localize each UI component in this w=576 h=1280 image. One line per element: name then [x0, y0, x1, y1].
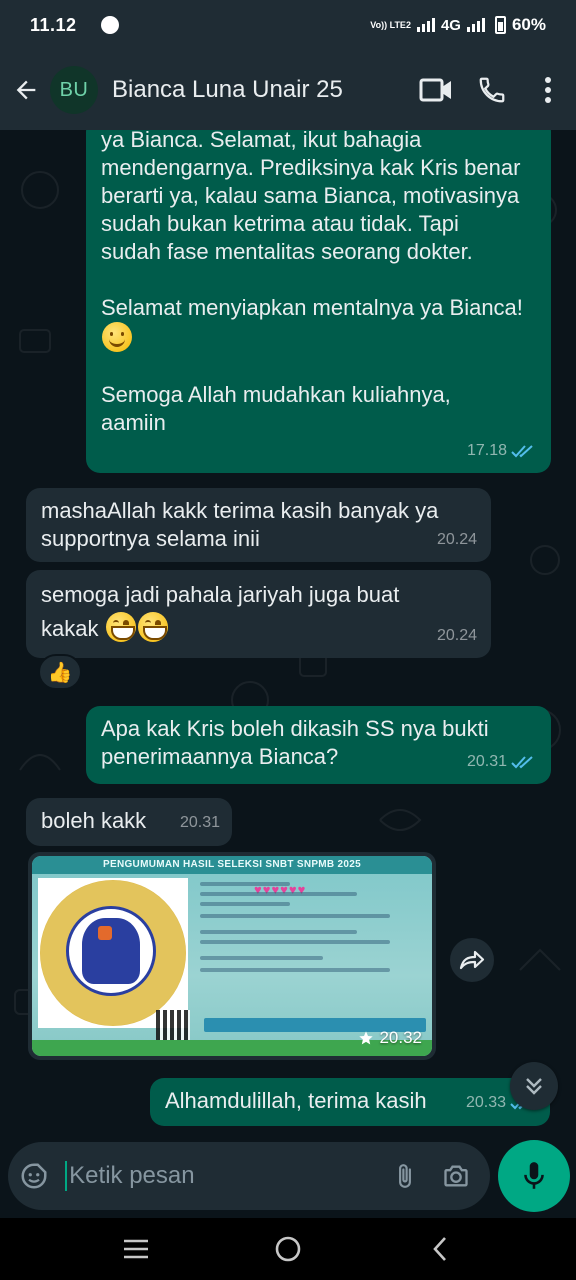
- battery-percent: 60%: [511, 15, 546, 34]
- contact-name[interactable]: Bianca Luna Unair 25: [112, 76, 408, 104]
- message-text: Alhamdulillah, terima kasih: [165, 1088, 427, 1113]
- status-bar: 11.12 Vo)) LTE2 4G 60%: [0, 0, 576, 50]
- nav-menu-icon: [124, 1239, 148, 1259]
- message-meta: 20.24: [437, 526, 477, 554]
- avatar[interactable]: BU: [50, 66, 98, 114]
- message-time: 20.33: [465, 1094, 506, 1111]
- message-meta: 20.24: [437, 622, 477, 650]
- camera-icon: [444, 1165, 468, 1187]
- battery-icon: [494, 16, 506, 34]
- message-time: 20.32: [379, 1028, 422, 1047]
- message-time: 20.24: [436, 531, 477, 548]
- message-incoming[interactable]: mashaAllah kakk terima kasih banyak ya s…: [26, 488, 491, 562]
- message-text: ya Bianca. Selamat, ikut bahagia mendeng…: [101, 130, 521, 264]
- chat-area[interactable]: ya Bianca. Selamat, ikut bahagia mendeng…: [0, 130, 576, 1132]
- message-text: Apa kak Kris boleh dikasih SS nya bukti …: [101, 716, 489, 769]
- forward-icon: [459, 950, 485, 970]
- phone-screen: 11.12 Vo)) LTE2 4G 60% BU Bianca Luna Un…: [0, 0, 576, 1280]
- star-icon: [359, 1031, 374, 1045]
- message-input-box[interactable]: [8, 1142, 490, 1210]
- notification-dot-icon: [100, 16, 119, 34]
- message-time: 20.31: [466, 753, 507, 770]
- attach-icon: [398, 1164, 411, 1188]
- network-type: 4G: [440, 16, 461, 34]
- scroll-down-button[interactable]: [510, 1062, 558, 1110]
- document-lines: [200, 882, 424, 978]
- grin-emoji-icon: [105, 612, 136, 642]
- scroll-down-icon: [526, 1078, 542, 1095]
- volte-indicator: Vo)) LTE2: [370, 19, 411, 30]
- message-text: mashaAllah kakk terima kasih banyak ya s…: [41, 498, 439, 551]
- nav-back-icon: [433, 1237, 446, 1261]
- voice-call-icon: [479, 77, 505, 103]
- voice-call-button[interactable]: [464, 62, 520, 118]
- message-incoming[interactable]: semoga jadi pahala jariyah juga buat kak…: [26, 570, 491, 658]
- nav-home-button[interactable]: [258, 1224, 318, 1274]
- chat-header: BU Bianca Luna Unair 25: [0, 50, 576, 130]
- nav-home-icon: [275, 1236, 301, 1262]
- message-text: Selamat menyiapkan mentalnya ya Bianca!: [101, 294, 536, 353]
- status-icons: Vo)) LTE2 4G 60%: [370, 15, 546, 35]
- video-call-icon: [419, 78, 451, 102]
- attach-button[interactable]: [379, 1147, 430, 1205]
- mic-icon: [524, 1162, 544, 1189]
- message-time: 20.24: [436, 627, 477, 644]
- message-text: boleh kakk: [41, 808, 147, 833]
- camera-button[interactable]: [431, 1147, 482, 1205]
- image-message[interactable]: PENGUMUMAN HASIL SELEKSI SNBT SNPMB 2025…: [28, 852, 436, 1060]
- nav-back-button[interactable]: [410, 1224, 470, 1274]
- signal-icon-2: [466, 18, 485, 32]
- message-meta: 20.31: [467, 748, 537, 776]
- nav-recents-button[interactable]: [106, 1224, 166, 1274]
- more-options-icon: [545, 77, 551, 103]
- image-title: PENGUMUMAN HASIL SELEKSI SNBT SNPMB 2025: [32, 856, 432, 874]
- reaction-badge[interactable]: 👍: [38, 654, 82, 690]
- back-arrow-icon: [16, 80, 36, 100]
- message-text: semoga jadi pahala jariyah juga buat kak…: [41, 582, 400, 642]
- smile-emoji-icon: [102, 322, 132, 352]
- grin-emoji-icon: [137, 612, 168, 642]
- message-outgoing[interactable]: ya Bianca. Selamat, ikut bahagia mendeng…: [86, 130, 551, 473]
- message-time: 20.31: [179, 814, 220, 831]
- message-outgoing[interactable]: Apa kak Kris boleh dikasih SS nya bukti …: [86, 706, 551, 784]
- video-call-button[interactable]: [408, 62, 464, 118]
- image-thumbnail[interactable]: PENGUMUMAN HASIL SELEKSI SNBT SNPMB 2025…: [32, 856, 432, 1056]
- message-meta: 20.31: [180, 809, 220, 837]
- double-check-icon: [511, 756, 533, 769]
- message-input[interactable]: [67, 1162, 380, 1190]
- system-nav-bar: [0, 1218, 576, 1280]
- message-composer: [0, 1132, 576, 1218]
- message-meta: 20.32: [358, 1028, 422, 1048]
- message-outgoing[interactable]: Alhamdulillah, terima kasih 20.33: [150, 1078, 550, 1126]
- message-incoming[interactable]: boleh kakk 20.31: [26, 798, 232, 846]
- voice-message-button[interactable]: [498, 1140, 570, 1212]
- forward-button[interactable]: [450, 938, 494, 982]
- signal-icon: [416, 18, 435, 32]
- emoji-sticker-icon: [21, 1163, 47, 1189]
- more-options-button[interactable]: [520, 62, 576, 118]
- emoji-sticker-button[interactable]: [8, 1147, 59, 1205]
- message-meta: 17.18: [467, 437, 537, 465]
- status-time: 11.12: [30, 14, 77, 35]
- double-check-icon: [511, 445, 533, 458]
- message-time: 17.18: [466, 442, 507, 459]
- message-text: Semoga Allah mudahkan kuliahnya, aamiin: [101, 382, 451, 435]
- university-seal-image: [38, 878, 190, 1044]
- back-button[interactable]: [2, 66, 50, 114]
